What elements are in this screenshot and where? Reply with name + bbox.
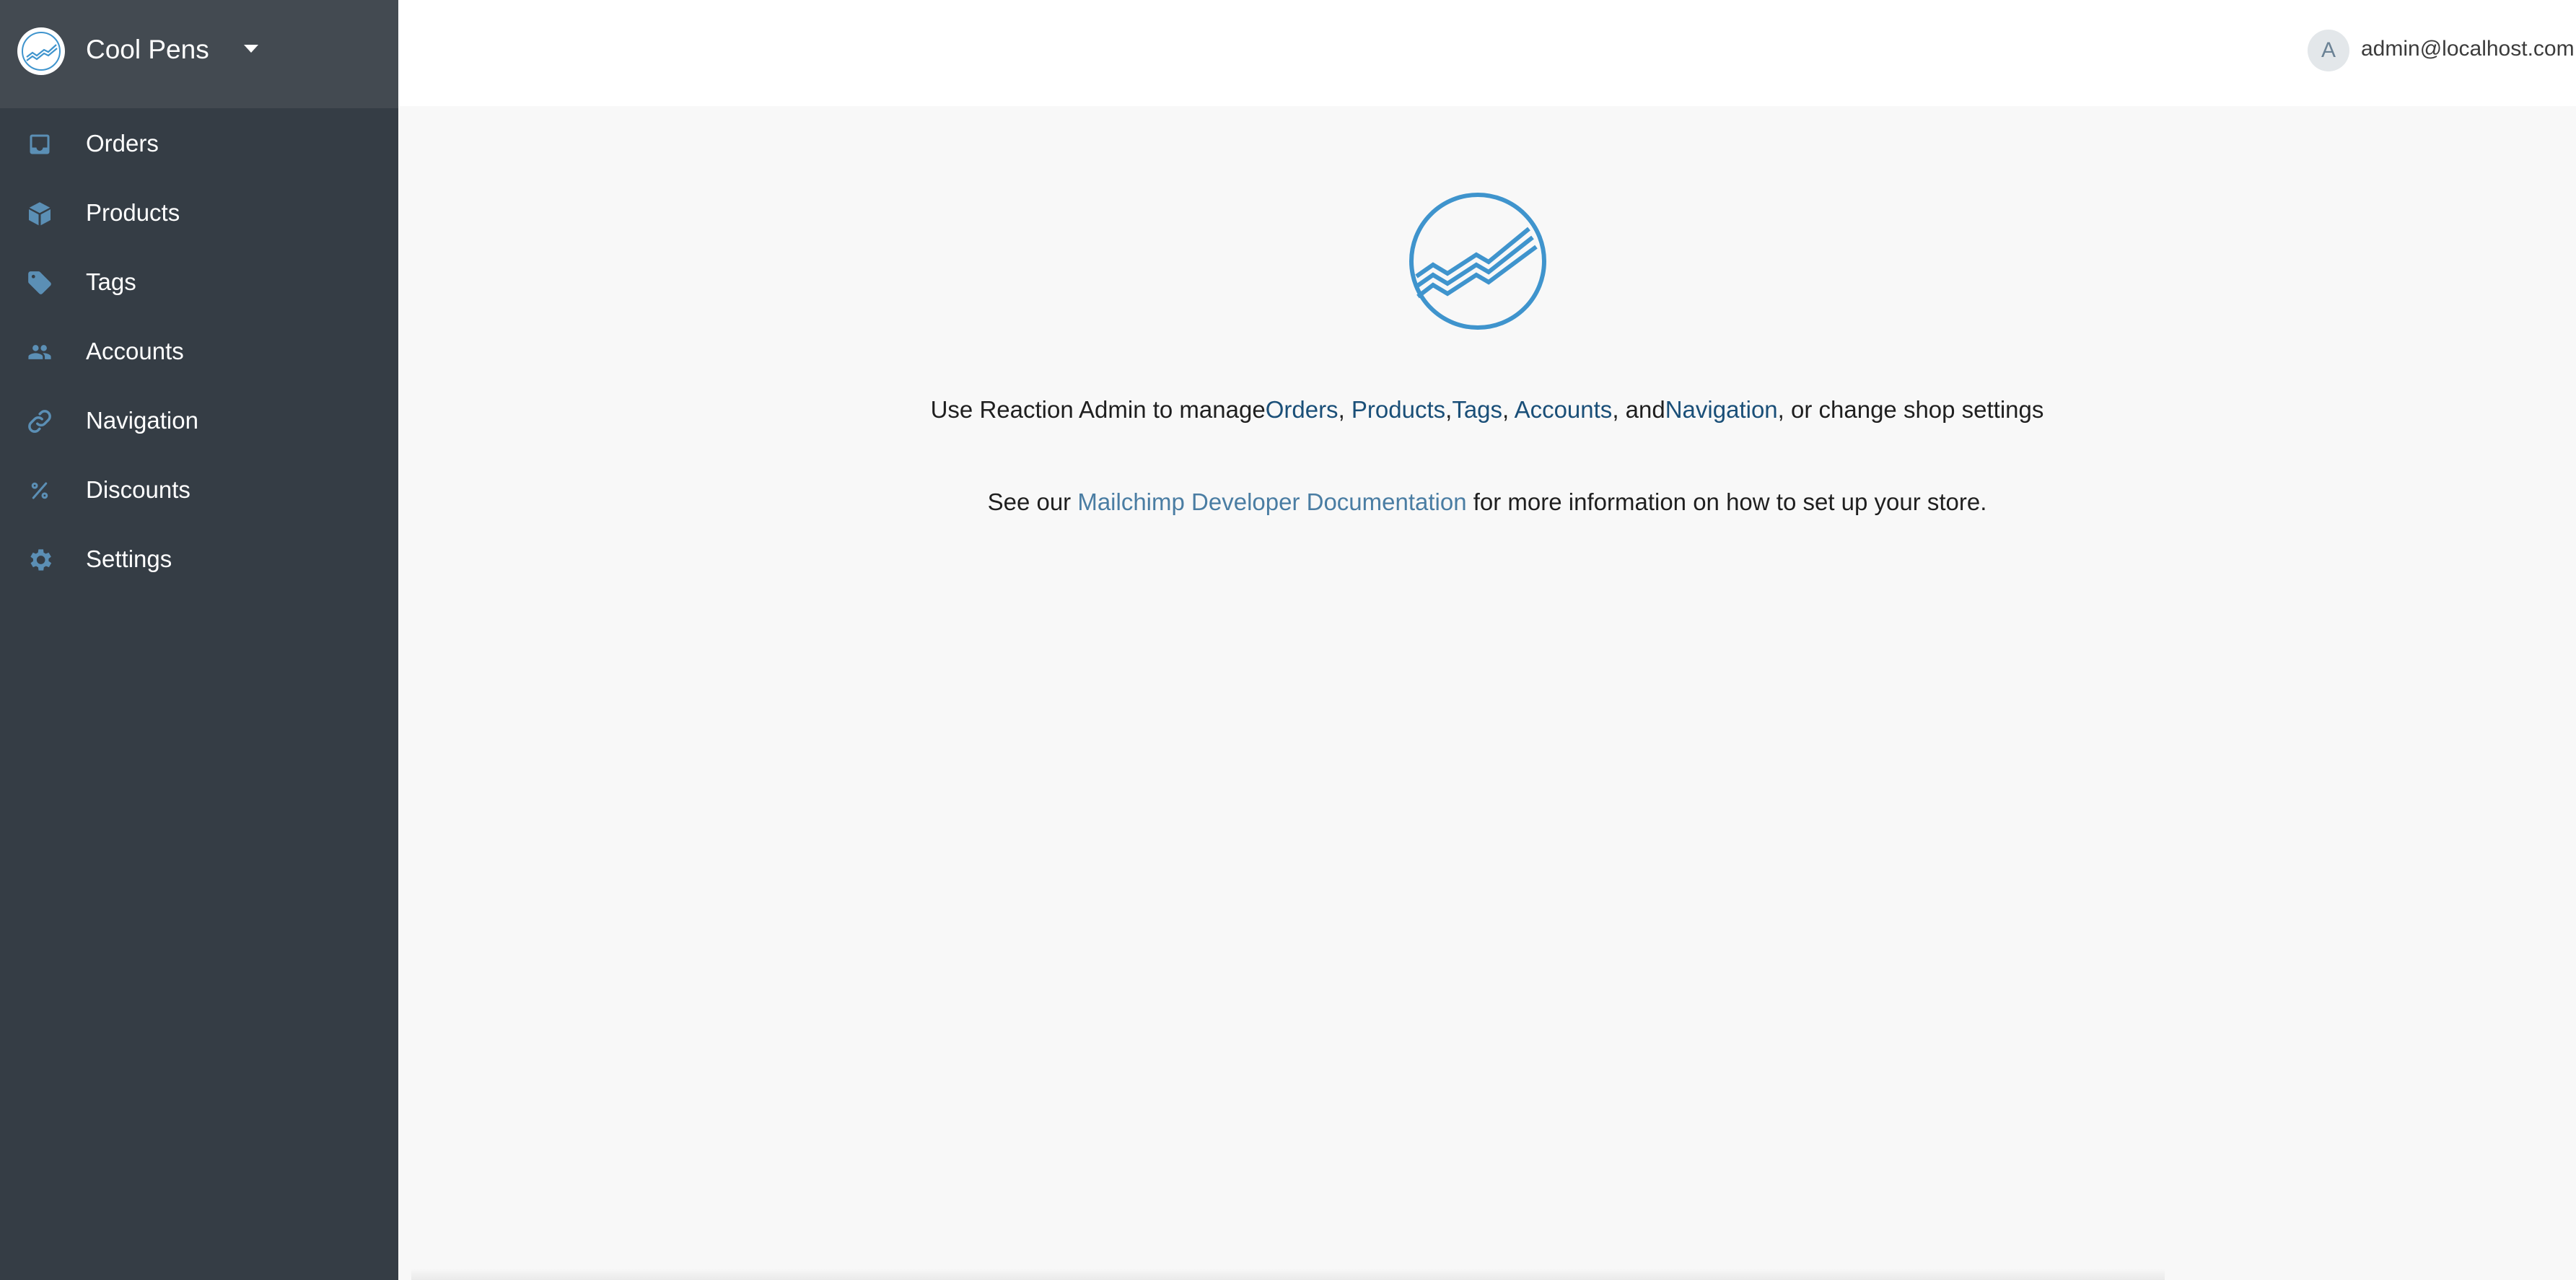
users-icon <box>23 338 56 367</box>
intro-suffix: , or change shop settings <box>1777 396 2044 423</box>
sidebar-item-products[interactable]: Products <box>0 177 398 247</box>
docs-prefix: See our <box>987 488 1078 515</box>
sidebar-item-accounts[interactable]: Accounts <box>0 316 398 385</box>
shop-selector[interactable]: Cool Pens <box>0 0 398 108</box>
sidebar-item-discounts[interactable]: Discounts <box>0 455 398 524</box>
orders-link[interactable]: Orders <box>1266 396 1339 423</box>
top-bar <box>398 0 2576 106</box>
sidebar: Cool Pens Orders Products Tags Accounts … <box>0 0 398 1280</box>
separator: , <box>1445 396 1453 423</box>
reaction-logo-icon <box>17 27 65 75</box>
navigation-link[interactable]: Navigation <box>1665 396 1778 423</box>
reaction-logo-icon <box>1408 191 1548 331</box>
user-email[interactable]: admin@localhost.com <box>2361 33 2575 65</box>
sidebar-item-settings[interactable]: Settings <box>0 524 398 593</box>
link-icon <box>23 407 56 436</box>
intro-prefix: Use Reaction Admin to manage <box>930 396 1266 423</box>
box-icon <box>23 199 56 228</box>
tags-link[interactable]: Tags <box>1452 396 1502 423</box>
sidebar-item-label: Discounts <box>86 476 190 503</box>
docs-link[interactable]: Mailchimp Developer Documentation <box>1077 488 1466 515</box>
sidebar-item-label: Orders <box>86 130 159 157</box>
shop-name[interactable]: Cool Pens <box>86 32 209 68</box>
tag-icon <box>23 268 56 297</box>
accounts-link[interactable]: Accounts <box>1515 396 1613 423</box>
inbox-icon <box>23 130 56 159</box>
sidebar-item-label: Navigation <box>86 407 198 434</box>
caret-down-icon[interactable] <box>244 45 258 53</box>
separator: , and <box>1612 396 1665 423</box>
intro-text: Use Reaction Admin to manageOrders, Prod… <box>398 390 2576 430</box>
sidebar-item-label: Tags <box>86 268 136 295</box>
sidebar-item-label: Accounts <box>86 338 184 364</box>
sidebar-item-orders[interactable]: Orders <box>0 108 398 177</box>
avatar[interactable]: A <box>2308 30 2349 71</box>
separator: , <box>1502 396 1515 423</box>
sidebar-item-tags[interactable]: Tags <box>0 247 398 316</box>
bottom-shadow <box>411 1268 2165 1280</box>
docs-text: See our Mailchimp Developer Documentatio… <box>398 482 2576 522</box>
percent-icon <box>23 476 56 505</box>
docs-suffix: for more information on how to set up yo… <box>1466 488 1987 515</box>
sidebar-item-label: Products <box>86 199 180 226</box>
sidebar-item-navigation[interactable]: Navigation <box>0 385 398 455</box>
gear-icon <box>23 545 56 574</box>
products-link[interactable]: Products <box>1351 396 1445 423</box>
sidebar-item-label: Settings <box>86 545 172 572</box>
separator: , <box>1338 396 1351 423</box>
sidebar-nav: Orders Products Tags Accounts Navigation <box>0 108 398 593</box>
